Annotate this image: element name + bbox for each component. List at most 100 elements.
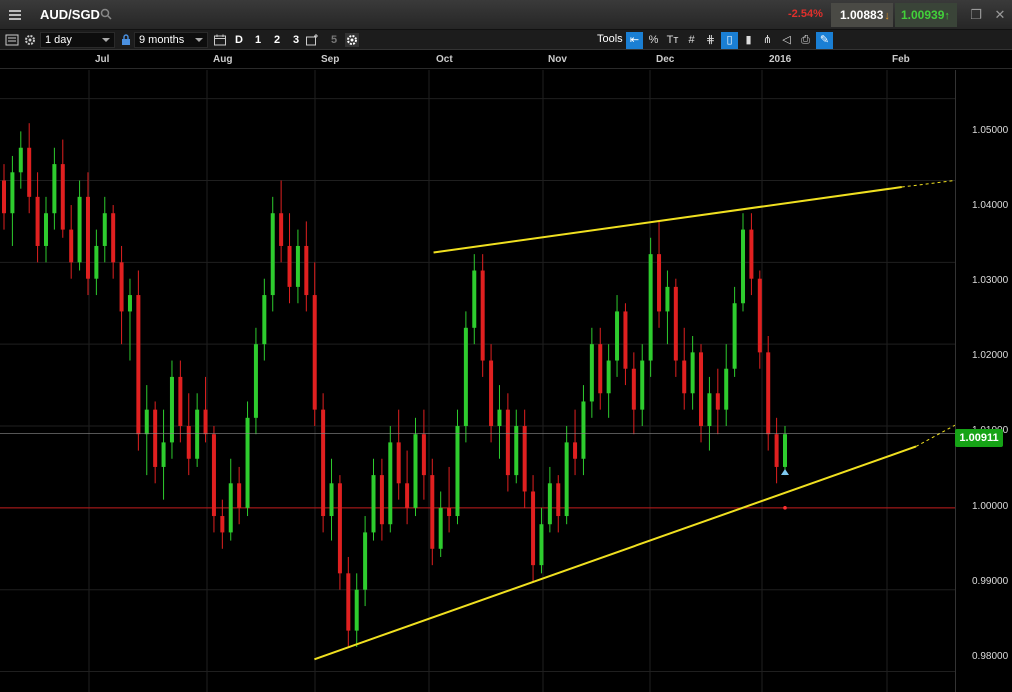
candle-body — [211, 434, 216, 517]
candle-body — [153, 409, 158, 467]
candle-body — [615, 311, 620, 361]
candlestick-chart[interactable] — [0, 70, 955, 692]
price-axis[interactable] — [955, 70, 1012, 692]
calendar-icon[interactable] — [213, 33, 227, 47]
instrument-symbol[interactable]: AUD/SGD — [40, 7, 100, 22]
price-axis-label: 0.98000 — [972, 651, 1009, 662]
text-tool[interactable]: Tт — [664, 32, 681, 49]
candle-tool-icon[interactable]: ▯ — [721, 32, 738, 49]
candle-body — [388, 442, 393, 525]
candle-body — [547, 483, 552, 525]
candle-body — [43, 213, 48, 246]
candle-body — [455, 426, 460, 517]
chart-toolbar: 1 day 9 months D 1 2 3 5 Tools ⇤ % Tт # … — [0, 30, 1012, 50]
draw-tool-icon[interactable]: ✎ — [816, 32, 833, 49]
interval-select[interactable]: 1 day — [40, 32, 115, 48]
chart-gear-icon[interactable] — [345, 33, 359, 47]
candle-body — [228, 483, 233, 533]
search-icon[interactable] — [100, 8, 112, 20]
candle-body — [337, 483, 342, 574]
candle-body — [220, 516, 225, 533]
candle-body — [497, 409, 502, 427]
sell-price-button[interactable]: 1.00883↓ — [831, 3, 893, 27]
candle-body — [203, 409, 208, 435]
candle-body — [52, 164, 57, 214]
time-axis: Jul Aug Sep Oct Nov Dec 2016 Feb — [0, 51, 1012, 69]
tools-label: Tools — [597, 33, 623, 45]
candle-body — [699, 352, 704, 427]
candle-body — [94, 245, 99, 279]
range-select[interactable]: 9 months — [134, 32, 208, 48]
period-3-button[interactable]: 3 — [288, 32, 304, 48]
candle-body — [741, 229, 746, 304]
resistance-trendline — [433, 186, 902, 254]
crosshair-back-tool-icon[interactable]: ⇤ — [626, 32, 643, 49]
candle-body — [18, 147, 23, 173]
grid-tool-icon[interactable]: # — [683, 32, 700, 49]
candle-body — [556, 483, 561, 517]
buy-price-button[interactable]: 1.00939↑ — [895, 3, 957, 27]
candle-body — [245, 417, 250, 508]
candle-body — [472, 270, 477, 328]
candle-body — [413, 434, 418, 508]
candle-body — [119, 262, 124, 312]
add-study-icon[interactable] — [305, 33, 319, 47]
percent-tool[interactable]: % — [645, 32, 662, 49]
eraser-tool-icon[interactable]: ◁ — [778, 32, 795, 49]
candles-tool-icon[interactable]: ▮ — [740, 32, 757, 49]
candle-body — [606, 360, 611, 394]
candle-body — [161, 442, 166, 467]
support-trendline-extension — [915, 424, 955, 447]
price-up-arrow-icon: ↑ — [944, 10, 950, 22]
candle-body — [312, 295, 317, 410]
candle-body — [304, 245, 309, 296]
candle-body — [329, 483, 334, 517]
compare-count[interactable]: 5 — [326, 32, 342, 48]
candle-body — [287, 245, 292, 287]
candle-body — [447, 507, 452, 517]
candle-body — [783, 434, 787, 467]
gear-icon[interactable] — [23, 33, 37, 47]
lock-icon[interactable] — [119, 33, 133, 47]
close-window-icon[interactable]: ✕ — [992, 7, 1008, 23]
daily-change: -2.54% — [788, 8, 823, 20]
candle-body — [379, 475, 384, 525]
month-label: Nov — [548, 54, 567, 65]
candle-body — [564, 442, 569, 517]
month-label: Aug — [213, 54, 233, 65]
buy-price: 1.00939 — [901, 8, 945, 22]
candle-body — [270, 213, 275, 296]
candle-body — [631, 368, 636, 410]
period-2-button[interactable]: 2 — [269, 32, 285, 48]
candle-body — [253, 344, 258, 418]
pitchfork-tool-icon[interactable]: ⋔ — [759, 32, 776, 49]
fibonacci-tool-icon[interactable]: ⋕ — [702, 32, 719, 49]
candle-body — [10, 172, 15, 214]
hamburger-menu-icon[interactable] — [4, 4, 26, 26]
candle-body — [346, 573, 351, 631]
candle-body — [749, 229, 754, 279]
candle-body — [111, 213, 116, 263]
candle-body — [589, 344, 594, 402]
restore-window-icon[interactable]: ❐ — [968, 7, 984, 23]
candle-body — [279, 213, 284, 246]
candle-body — [598, 344, 603, 394]
candle-body — [430, 475, 435, 549]
period-d-button[interactable]: D — [231, 32, 247, 48]
current-price-tag: 1.00911 — [955, 429, 1003, 447]
interval-value: 1 day — [45, 34, 72, 46]
reference-dot — [783, 506, 787, 510]
candle-body — [169, 376, 174, 443]
period-1-button[interactable]: 1 — [250, 32, 266, 48]
candle-body — [774, 434, 779, 467]
price-axis-label: 1.04000 — [972, 200, 1009, 211]
print-icon[interactable]: ⎙ — [797, 32, 814, 49]
chart-settings-panel-icon[interactable] — [5, 33, 19, 47]
candle-body — [186, 426, 191, 459]
candle-body — [690, 352, 695, 394]
candle-body — [85, 196, 90, 279]
candle-body — [657, 254, 662, 312]
title-bar: AUD/SGD -2.54% 1.00883↓ 1.00939↑ ❐ ✕ — [0, 0, 1012, 30]
price-axis-label: 1.05000 — [972, 125, 1009, 136]
candle-body — [127, 295, 132, 312]
